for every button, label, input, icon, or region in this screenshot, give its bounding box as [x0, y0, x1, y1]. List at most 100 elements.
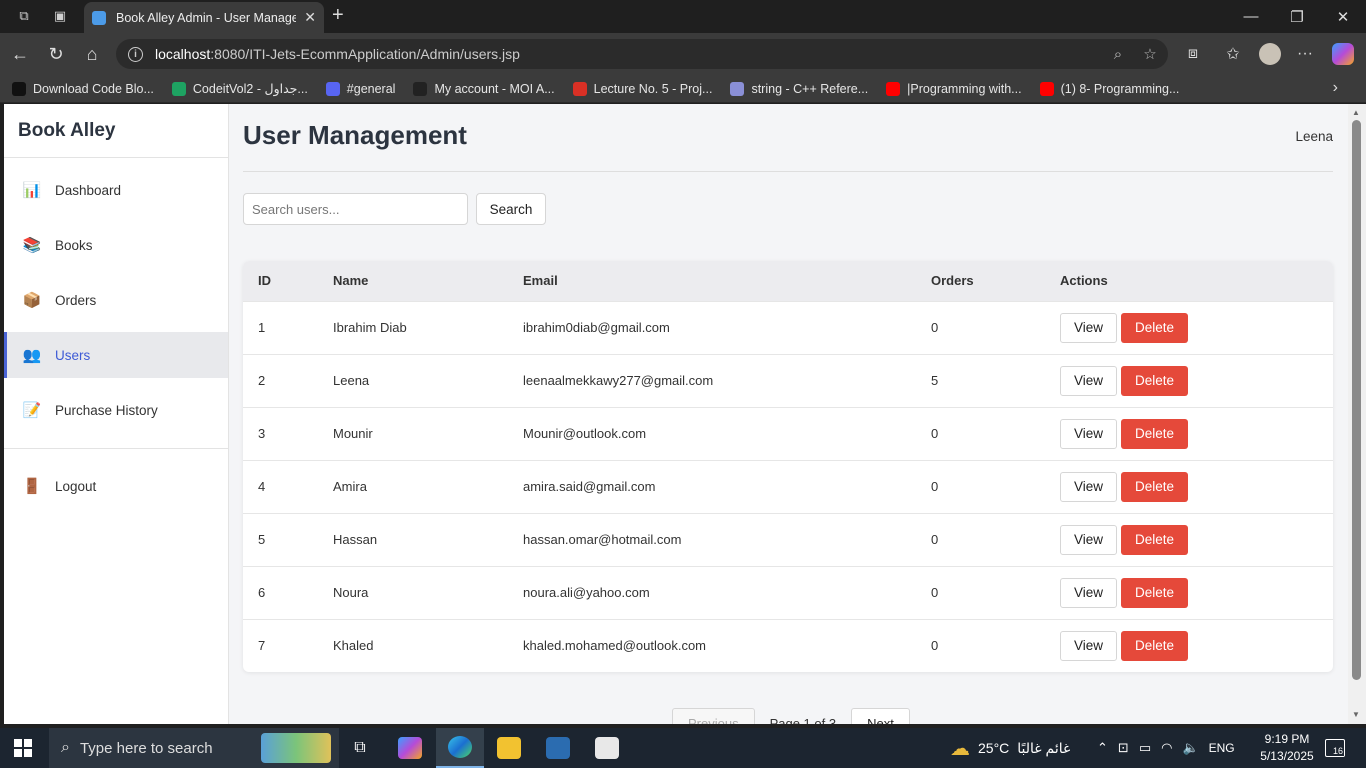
bookmark-label: CodeitVol2 - جداول... — [192, 82, 308, 96]
notification-center-icon[interactable]: 16 — [1325, 739, 1345, 757]
cell-email: noura.ali@yahoo.com — [508, 565, 916, 619]
volume-icon[interactable]: 🔈 — [1182, 740, 1198, 756]
search-highlight-icon[interactable] — [258, 728, 334, 768]
view-user-button[interactable]: View — [1060, 418, 1117, 449]
chevron-up-icon[interactable]: ⌃ — [1097, 740, 1108, 756]
cell-email: leenaalmekkawy277@gmail.com — [508, 353, 916, 407]
weather-widget[interactable]: ☁ 25°C غائم غالبًا — [950, 728, 1070, 768]
windows-taskbar: ⌕ Type here to search ⧉ ☁ 25°C غائم غالب… — [0, 728, 1366, 768]
bookmark-item[interactable]: Lecture No. 5 - Proj... — [572, 81, 712, 96]
scrollbar-thumb[interactable] — [1352, 120, 1361, 680]
extensions-icon[interactable]: ⧈ — [1182, 43, 1204, 65]
scroll-down-icon[interactable]: ▼ — [1352, 710, 1360, 719]
sidebar-item-dashboard[interactable]: 📊 Dashboard — [4, 167, 228, 213]
delete-user-button[interactable]: Delete — [1121, 577, 1188, 608]
task-view-icon[interactable]: ⧉ — [336, 728, 384, 768]
cell-orders: 0 — [916, 512, 1045, 566]
bar-chart-icon: 📊 — [22, 182, 42, 199]
scroll-up-icon[interactable]: ▲ — [1352, 108, 1360, 117]
browser-tab-active[interactable]: Book Alley Admin - User Managem ✕ — [84, 2, 324, 33]
minimize-icon[interactable]: — — [1228, 0, 1274, 33]
java-app-icon[interactable] — [583, 728, 631, 768]
edge-browser-icon[interactable] — [436, 728, 484, 768]
address-bar: ← ↻ ⌂ i localhost:8080/ITI-Jets-EcommApp… — [0, 33, 1366, 75]
tab-actions-icon[interactable]: ▣ — [46, 2, 74, 30]
browser-tab-bar: ⧉ ▣ Book Alley Admin - User Managem ✕ + … — [0, 0, 1366, 33]
favorite-star-icon[interactable]: ☆ — [1138, 39, 1162, 69]
sidebar-item-users[interactable]: 👥 Users — [4, 332, 228, 378]
sidebar-item-logout[interactable]: 🚪 Logout — [4, 463, 228, 509]
brand-logo[interactable]: Book Alley — [4, 104, 228, 158]
view-user-button[interactable]: View — [1060, 577, 1117, 608]
cell-name: Ibrahim Diab — [318, 300, 508, 354]
cell-email: amira.said@gmail.com — [508, 459, 916, 513]
bookmark-item[interactable]: Download Code Blo... — [12, 81, 154, 96]
profile-avatar[interactable] — [1259, 43, 1281, 65]
bookmark-item[interactable]: #general — [325, 81, 396, 96]
cell-name: Mounir — [318, 406, 508, 460]
more-menu-icon[interactable]: ··· — [1294, 43, 1316, 65]
table-row: 6 Noura noura.ali@yahoo.com 0 View Delete — [243, 565, 1333, 619]
delete-user-button[interactable]: Delete — [1121, 418, 1188, 449]
page-scrollbar[interactable]: ▲ ▼ — [1348, 104, 1366, 724]
bookmark-item[interactable]: string - C++ Refere... — [730, 81, 868, 96]
view-user-button[interactable]: View — [1060, 524, 1117, 555]
cell-id: 3 — [243, 406, 318, 460]
bookmark-label: #general — [346, 81, 396, 96]
refresh-icon[interactable]: ↻ — [44, 42, 68, 66]
close-tab-icon[interactable]: ✕ — [304, 9, 316, 26]
wifi-icon[interactable]: ◠ — [1161, 740, 1172, 756]
url-field[interactable]: i localhost:8080/ITI-Jets-EcommApplicati… — [116, 39, 1168, 69]
sidebar-item-orders[interactable]: 📦 Orders — [4, 277, 228, 323]
windows-start-icon[interactable] — [14, 739, 32, 757]
language-indicator[interactable]: ENG — [1209, 741, 1235, 755]
bookmarks-overflow-icon[interactable]: › — [1333, 79, 1338, 97]
next-page-button[interactable]: Next — [851, 708, 910, 724]
cell-orders: 0 — [916, 459, 1045, 513]
table-row: 4 Amira amira.said@gmail.com 0 View Delete — [243, 459, 1333, 513]
file-explorer-icon[interactable] — [485, 728, 533, 768]
restore-icon[interactable]: ❐ — [1274, 0, 1320, 33]
table-row: 5 Hassan hassan.omar@hotmail.com 0 View Delet… — [243, 512, 1333, 566]
search-button[interactable]: Search — [476, 193, 546, 225]
bookmark-item[interactable]: CodeitVol2 - جداول... — [171, 81, 308, 96]
view-user-button[interactable]: View — [1060, 630, 1117, 661]
view-user-button[interactable]: View — [1060, 471, 1117, 502]
view-user-button[interactable]: View — [1060, 365, 1117, 396]
zoom-icon[interactable]: ⌕ — [1106, 39, 1130, 69]
cell-email: hassan.omar@hotmail.com — [508, 512, 916, 566]
bookmark-item[interactable]: (1) 8- Programming... — [1039, 81, 1179, 96]
cell-email: ibrahim0diab@gmail.com — [508, 300, 916, 354]
delete-user-button[interactable]: Delete — [1121, 471, 1188, 502]
view-user-button[interactable]: View — [1060, 312, 1117, 343]
web-page: Book Alley 📊 Dashboard 📚 Books 📦 Orders 👥 Users… — [4, 104, 1348, 724]
bookmark-item[interactable]: |Programming with... — [886, 81, 1022, 96]
package-icon: 📦 — [22, 292, 42, 309]
search-input[interactable] — [243, 193, 468, 225]
delete-user-button[interactable]: Delete — [1121, 365, 1188, 396]
delete-user-button[interactable]: Delete — [1121, 524, 1188, 555]
favorites-icon[interactable]: ✩ — [1222, 43, 1244, 65]
meet-now-icon[interactable]: ⊡ — [1118, 740, 1129, 756]
sidebar-item-books[interactable]: 📚 Books — [4, 222, 228, 268]
copilot-icon[interactable] — [1332, 43, 1354, 65]
clock[interactable]: 9:19 PM 5/13/2025 — [1252, 731, 1322, 765]
back-icon[interactable]: ← — [8, 42, 32, 66]
bookmark-item[interactable]: My account - MOI A... — [413, 81, 555, 96]
sidebar-item-purchase-history[interactable]: 📝 Purchase History — [4, 387, 228, 433]
site-info-icon[interactable]: i — [128, 46, 143, 62]
home-icon[interactable]: ⌂ — [80, 42, 104, 66]
battery-icon[interactable]: ▭ — [1139, 740, 1151, 756]
bookmark-favicon-icon — [325, 81, 340, 96]
cell-email: Mounir@outlook.com — [508, 406, 916, 460]
vscode-icon[interactable] — [534, 728, 582, 768]
previous-page-button[interactable]: Previous — [672, 708, 755, 724]
delete-user-button[interactable]: Delete — [1121, 630, 1188, 661]
copilot-app-icon[interactable] — [386, 728, 434, 768]
close-window-icon[interactable]: ✕ — [1320, 0, 1366, 33]
new-tab-icon[interactable]: + — [332, 4, 344, 27]
bookmark-label: |Programming with... — [907, 81, 1022, 96]
delete-user-button[interactable]: Delete — [1121, 312, 1188, 343]
workspaces-icon[interactable]: ⧉ — [10, 2, 38, 30]
current-user-name[interactable]: Leena — [1295, 129, 1333, 144]
